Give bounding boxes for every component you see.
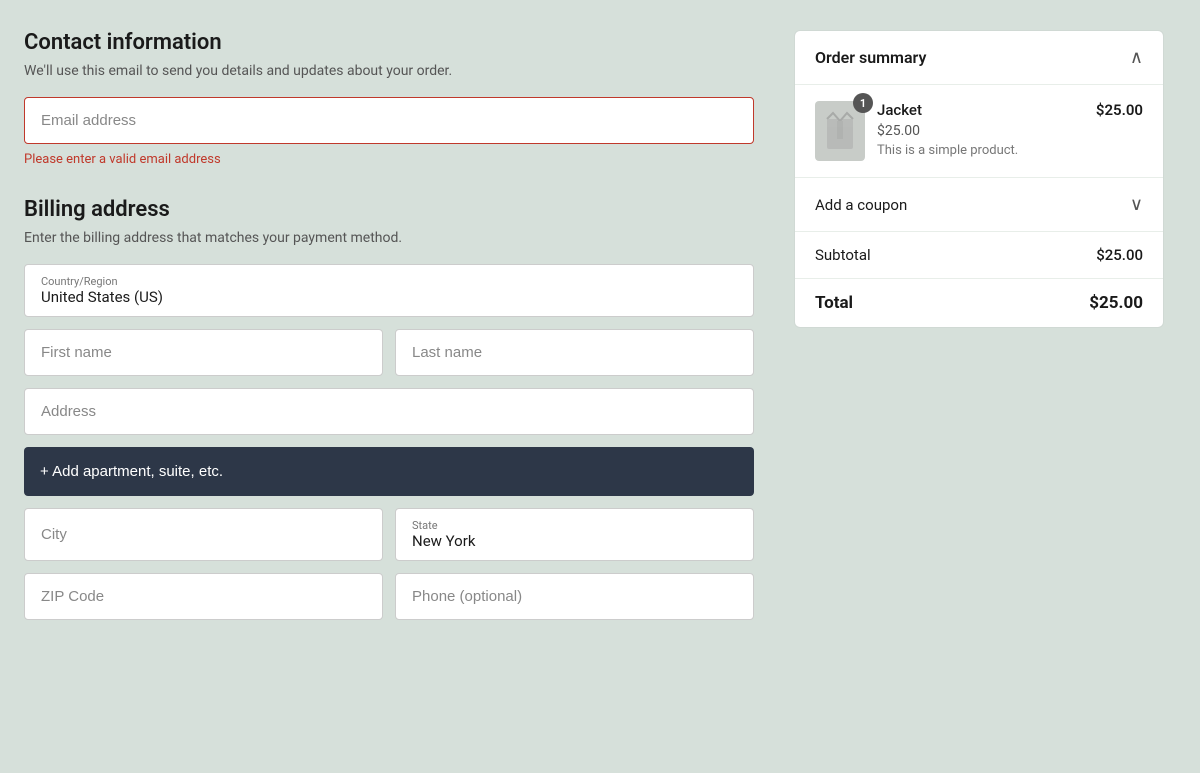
city-state-row: State New York: [24, 508, 754, 561]
product-info: Jacket $25.00 This is a simple product.: [877, 101, 1084, 158]
total-label: Total: [815, 293, 853, 313]
jacket-thumbnail-icon: [825, 111, 855, 151]
country-label: Country/Region: [41, 275, 737, 288]
billing-section-title: Billing address: [24, 197, 754, 222]
add-coupon-row[interactable]: Add a coupon ∨: [795, 178, 1163, 232]
country-value: United States (US): [41, 288, 737, 306]
last-name-input[interactable]: [395, 329, 754, 376]
billing-section: Billing address Enter the billing addres…: [24, 197, 754, 620]
state-field[interactable]: State New York: [395, 508, 754, 561]
subtotal-row: Subtotal $25.00: [795, 232, 1163, 279]
order-summary-header[interactable]: Order summary ∧: [795, 31, 1163, 85]
product-image-wrapper: 1: [815, 101, 865, 161]
coupon-label: Add a coupon: [815, 196, 907, 214]
product-quantity-badge: 1: [853, 93, 873, 113]
email-error-text: Please enter a valid email address: [24, 152, 754, 167]
subtotal-label: Subtotal: [815, 246, 871, 264]
state-value: New York: [412, 532, 737, 550]
first-name-input[interactable]: [24, 329, 383, 376]
order-summary-card: Order summary ∧ 1 Jacket: [794, 30, 1164, 328]
zip-input[interactable]: [24, 573, 383, 620]
chevron-down-icon: ∨: [1130, 194, 1143, 215]
email-input[interactable]: [24, 97, 754, 144]
right-column: Order summary ∧ 1 Jacket: [794, 30, 1164, 620]
left-form-column: Contact information We'll use this email…: [24, 30, 754, 620]
address-input[interactable]: [24, 388, 754, 435]
product-amount: $25.00: [1096, 101, 1143, 119]
state-label: State: [412, 519, 737, 532]
phone-input[interactable]: [395, 573, 754, 620]
product-price-small: $25.00: [877, 123, 1084, 139]
product-name: Jacket: [877, 101, 1084, 119]
product-row: 1 Jacket $25.00 This is a simple product…: [795, 85, 1163, 178]
contact-section-title: Contact information: [24, 30, 754, 55]
name-row: [24, 329, 754, 376]
email-input-wrapper: [24, 97, 754, 144]
country-field[interactable]: Country/Region United States (US): [24, 264, 754, 317]
address-row: [24, 388, 754, 435]
add-apartment-button[interactable]: + Add apartment, suite, etc.: [24, 447, 754, 496]
total-row: Total $25.00: [795, 279, 1163, 327]
order-summary-title: Order summary: [815, 48, 926, 67]
city-input[interactable]: [24, 508, 383, 561]
billing-subtitle: Enter the billing address that matches y…: [24, 230, 754, 246]
zip-phone-row: [24, 573, 754, 620]
subtotal-value: $25.00: [1096, 246, 1143, 264]
chevron-up-icon: ∧: [1130, 47, 1143, 68]
product-description: This is a simple product.: [877, 143, 1084, 158]
total-value: $25.00: [1089, 293, 1143, 313]
contact-subtitle: We'll use this email to send you details…: [24, 63, 754, 79]
